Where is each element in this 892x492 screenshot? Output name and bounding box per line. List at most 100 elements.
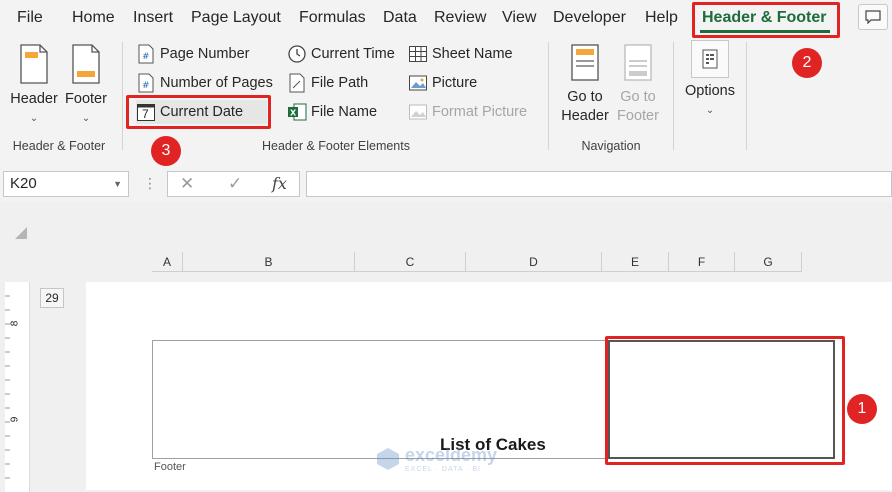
comments-button[interactable] bbox=[858, 4, 888, 30]
tab-formulas[interactable]: Formulas bbox=[299, 9, 366, 27]
name-box[interactable]: K20 ▼ bbox=[3, 171, 129, 197]
header-button-label: Header bbox=[10, 91, 58, 107]
comment-icon bbox=[865, 10, 881, 24]
sheet-name-button[interactable]: Sheet Name bbox=[408, 42, 513, 66]
annotation-badge-3: 3 bbox=[151, 136, 181, 166]
group-separator bbox=[122, 42, 123, 150]
watermark-logo: exceldemy EXCEL · DATA · BI bbox=[375, 445, 497, 473]
svg-text:#: # bbox=[142, 52, 150, 62]
group-separator bbox=[673, 42, 674, 150]
annotation-box-current-date bbox=[126, 95, 271, 129]
tab-developer[interactable]: Developer bbox=[553, 9, 626, 27]
go-to-header-button[interactable]: Go to Header bbox=[556, 44, 614, 126]
footer-icon bbox=[72, 44, 100, 84]
vertical-ruler: 8 9 bbox=[5, 282, 30, 492]
current-time-label: Current Time bbox=[311, 46, 395, 62]
annotation-box-header-footer-tab bbox=[692, 2, 840, 38]
options-icon bbox=[691, 40, 729, 78]
header-button[interactable]: Header ⌄ bbox=[6, 44, 62, 128]
sheet-name-label: Sheet Name bbox=[432, 46, 513, 62]
go-to-footer-icon bbox=[624, 44, 652, 81]
group-label-navigation: Navigation bbox=[581, 139, 641, 153]
column-header-e[interactable]: E bbox=[602, 252, 669, 272]
annotation-box-right-footer bbox=[605, 336, 845, 465]
more-options-icon[interactable]: ⋮ bbox=[143, 175, 157, 192]
group-label-header-footer: Header & Footer bbox=[12, 139, 106, 153]
formula-controls: ✕ ✓ fx bbox=[167, 171, 300, 197]
number-of-pages-label: Number of Pages bbox=[160, 75, 273, 91]
column-header-f[interactable]: F bbox=[669, 252, 735, 272]
go-to-header-label-1: Go to bbox=[567, 89, 603, 105]
file-path-label: File Path bbox=[311, 75, 369, 91]
page-number-label: Page Number bbox=[160, 46, 250, 62]
file-name-label: File Name bbox=[311, 104, 378, 120]
clock-icon bbox=[287, 44, 307, 64]
column-header-c[interactable]: C bbox=[355, 252, 466, 272]
file-path-icon bbox=[287, 73, 307, 93]
format-picture-icon bbox=[408, 102, 428, 122]
tab-help[interactable]: Help bbox=[645, 9, 678, 27]
tab-insert[interactable]: Insert bbox=[133, 9, 173, 27]
tab-home[interactable]: Home bbox=[72, 9, 115, 27]
header-icon bbox=[20, 44, 48, 84]
annotation-badge-1: 1 bbox=[847, 394, 877, 424]
chevron-down-icon: ⌄ bbox=[81, 113, 91, 124]
column-header-a[interactable]: A bbox=[152, 252, 183, 272]
page-number-icon: # bbox=[136, 44, 156, 64]
group-separator bbox=[746, 42, 747, 150]
format-picture-button[interactable]: Format Picture bbox=[408, 100, 527, 124]
enter-icon[interactable]: ✓ bbox=[228, 174, 242, 194]
tab-review[interactable]: Review bbox=[434, 9, 486, 27]
cancel-icon[interactable]: ✕ bbox=[180, 174, 194, 194]
footer-button-label: Footer bbox=[65, 91, 107, 107]
tab-data[interactable]: Data bbox=[383, 9, 417, 27]
file-name-button[interactable]: X File Name bbox=[287, 100, 377, 124]
current-time-button[interactable]: Current Time bbox=[287, 42, 395, 66]
watermark-name: exceldemy bbox=[405, 445, 498, 465]
file-path-button[interactable]: File Path bbox=[287, 71, 368, 95]
ruler-mark: 8 bbox=[9, 320, 21, 327]
chevron-down-icon: ⌄ bbox=[29, 113, 39, 124]
annotation-badge-2: 2 bbox=[792, 48, 822, 78]
tab-file[interactable]: File bbox=[17, 9, 43, 27]
name-box-value: K20 bbox=[10, 175, 37, 192]
chevron-down-icon: ⌄ bbox=[705, 105, 715, 116]
options-button[interactable]: Options ⌄ bbox=[680, 40, 740, 120]
column-header-g[interactable]: G bbox=[735, 252, 802, 272]
formula-bar: K20 ▼ ⋮ ✕ ✓ fx bbox=[0, 166, 892, 202]
group-separator bbox=[548, 42, 549, 150]
ruler-mark: 9 bbox=[9, 416, 21, 423]
options-label: Options bbox=[685, 83, 735, 99]
column-header-b[interactable]: B bbox=[183, 252, 355, 272]
go-to-header-label-2: Header bbox=[561, 108, 609, 124]
format-picture-label: Format Picture bbox=[432, 104, 528, 120]
exceldemy-logo-icon bbox=[377, 448, 399, 470]
tab-view[interactable]: View bbox=[502, 9, 536, 27]
go-to-header-icon bbox=[571, 44, 599, 81]
chevron-down-icon[interactable]: ▼ bbox=[113, 179, 122, 189]
watermark-tagline: EXCEL · DATA · BI bbox=[405, 466, 481, 473]
footer-label: Footer bbox=[154, 461, 186, 473]
go-to-footer-label-1: Go to bbox=[620, 89, 656, 105]
insert-function-icon[interactable]: fx bbox=[272, 174, 287, 193]
formula-input[interactable] bbox=[306, 171, 892, 197]
excel-file-icon: X bbox=[287, 102, 307, 122]
tab-page-layout[interactable]: Page Layout bbox=[191, 9, 281, 27]
footer-section-left[interactable] bbox=[152, 340, 380, 459]
select-all-triangle-icon[interactable] bbox=[14, 226, 28, 240]
row-header-29[interactable]: 29 bbox=[40, 288, 64, 308]
number-of-pages-button[interactable]: # Number of Pages bbox=[136, 71, 273, 95]
svg-text:#: # bbox=[142, 81, 150, 91]
picture-button[interactable]: Picture bbox=[408, 71, 477, 95]
group-label-elements: Header & Footer Elements bbox=[262, 139, 410, 153]
footer-button[interactable]: Footer ⌄ bbox=[62, 44, 110, 128]
ruler-ticks bbox=[5, 295, 10, 479]
page-number-button[interactable]: # Page Number bbox=[136, 42, 249, 66]
column-header-d[interactable]: D bbox=[466, 252, 602, 272]
sheet-grid-icon bbox=[408, 44, 428, 64]
picture-label: Picture bbox=[432, 75, 478, 91]
number-of-pages-icon: # bbox=[136, 73, 156, 93]
picture-icon bbox=[408, 73, 428, 93]
go-to-footer-button[interactable]: Go to Footer bbox=[614, 44, 662, 126]
go-to-footer-label-2: Footer bbox=[617, 108, 659, 124]
